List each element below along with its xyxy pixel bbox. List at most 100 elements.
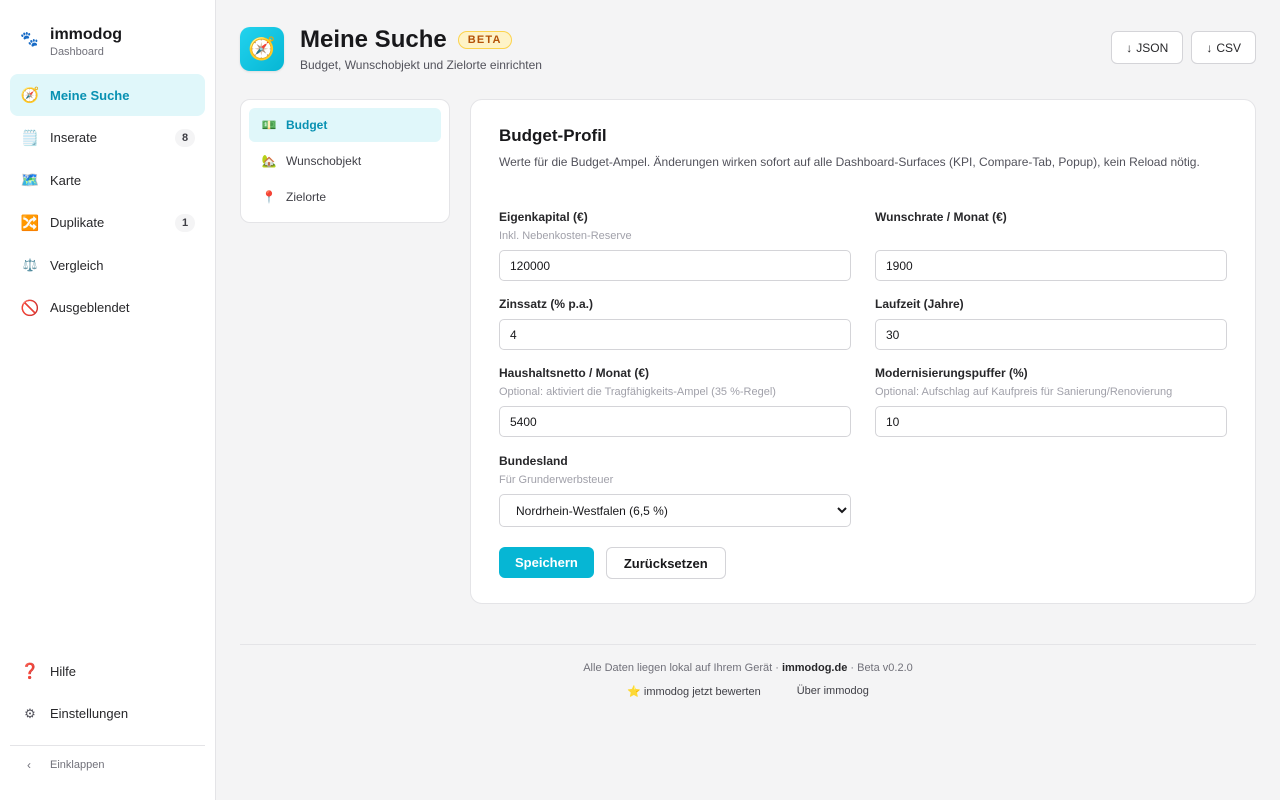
subnav-item-wunschobjekt[interactable]: 🏡 Wunschobjekt — [249, 144, 441, 178]
count-badge: 8 — [175, 128, 195, 147]
brand[interactable]: 🐾 immodog Dashboard — [20, 26, 122, 59]
card-description: Werte für die Budget-Ampel. Änderungen w… — [499, 155, 1200, 169]
modernisierung-input[interactable] — [875, 406, 1227, 437]
money-icon: 💵 — [261, 118, 277, 132]
export-csv-button[interactable]: ↓ CSV — [1191, 31, 1256, 64]
footer-site-link[interactable]: immodog.de — [782, 662, 847, 674]
subnav-item-label: Zielorte — [286, 190, 327, 204]
laufzeit-group: Laufzeit (Jahre) — [875, 297, 1227, 350]
export-json-label: JSON — [1136, 40, 1169, 55]
haushaltsnetto-hint: Optional: aktiviert die Tragfähigkeits-A… — [499, 386, 776, 398]
paw-icon: 🐾 — [20, 31, 39, 48]
zinssatz-group: Zinssatz (% p.a.) — [499, 297, 851, 350]
subnav-item-label: Wunschobjekt — [286, 154, 362, 168]
form-actions: Speichern Zurücksetzen — [499, 547, 726, 579]
page-title: Meine Suche — [300, 26, 447, 53]
sidebar-item-inserate[interactable]: 🗒️ Inserate 8 — [10, 117, 205, 159]
download-icon: ↓ — [1206, 40, 1213, 55]
gear-icon: ⚙ — [24, 705, 36, 721]
modernisierung-label: Modernisierungspuffer (%) — [875, 366, 1028, 380]
chevron-left-icon: ‹ — [27, 758, 31, 772]
sidebar-item-meine-suche[interactable]: 🧭 Meine Suche — [10, 74, 205, 116]
sidebar-item-label: Ausgeblendet — [50, 300, 130, 316]
footer-links: ⭐ immodog jetzt bewerten Über immodog — [240, 685, 1256, 698]
eigenkapital-input[interactable] — [499, 250, 851, 281]
reset-button[interactable]: Zurücksetzen — [605, 547, 726, 579]
map-icon: 🗺️ — [20, 172, 40, 190]
collapse-label: Einklappen — [50, 759, 105, 771]
sidebar-item-label: Duplikate — [50, 215, 105, 231]
eigenkapital-label: Eigenkapital (€) — [499, 210, 588, 224]
subnav-item-label: Budget — [286, 118, 328, 132]
sidebar-item-label: Meine Suche — [50, 87, 130, 103]
sidebar: 🐾 immodog Dashboard 🧭 Meine Suche 🗒️ Ins… — [0, 0, 216, 800]
scales-icon: ⚖️ — [22, 258, 38, 273]
download-icon: ↓ — [1126, 40, 1133, 55]
sidebar-bottom-nav: ❓ Hilfe ⚙ Einstellungen — [10, 650, 205, 735]
collapse-button[interactable]: ‹ Einklappen — [20, 756, 104, 774]
bundesland-hint: Für Grunderwerbsteuer — [499, 474, 614, 486]
sidebar-item-label: Hilfe — [50, 663, 77, 679]
subnav-item-budget[interactable]: 💵 Budget — [249, 108, 441, 142]
zinssatz-input[interactable] — [499, 319, 851, 350]
about-link[interactable]: Über immodog — [797, 685, 869, 698]
sidebar-nav: 🧭 Meine Suche 🗒️ Inserate 8 🗺️ Karte 🔀 D… — [10, 74, 205, 330]
pin-icon: 📍 — [261, 190, 277, 204]
brand-subtitle: Dashboard — [50, 46, 104, 58]
laufzeit-label: Laufzeit (Jahre) — [875, 297, 964, 311]
eigenkapital-hint: Inkl. Nebenkosten-Reserve — [499, 230, 632, 242]
subnav-item-zielorte[interactable]: 📍 Zielorte — [249, 180, 441, 214]
sidebar-item-ausgeblendet[interactable]: 🚫 Ausgeblendet — [10, 287, 205, 329]
sidebar-item-label: Einstellungen — [50, 706, 129, 722]
page-subtitle: Budget, Wunschobjekt und Zielorte einric… — [300, 58, 542, 72]
export-json-button[interactable]: ↓ JSON — [1111, 31, 1184, 64]
modernisierung-hint: Optional: Aufschlag auf Kaufpreis für Sa… — [875, 386, 1173, 398]
question-icon: ❓ — [20, 663, 40, 680]
sidebar-item-vergleich[interactable]: ⚖️ Vergleich — [10, 244, 205, 286]
sidebar-divider — [10, 745, 205, 746]
wunschrate-input[interactable] — [875, 250, 1227, 281]
sidebar-item-label: Inserate — [50, 130, 97, 146]
haushaltsnetto-label: Haushaltsnetto / Monat (€) — [499, 366, 650, 380]
laufzeit-input[interactable] — [875, 319, 1227, 350]
sidebar-item-duplikate[interactable]: 🔀 Duplikate 1 — [10, 202, 205, 244]
brand-title: immodog — [50, 26, 122, 43]
haushaltsnetto-input[interactable] — [499, 406, 851, 437]
house-icon: 🏡 — [261, 154, 277, 168]
eigenkapital-group: Eigenkapital (€) Inkl. Nebenkosten-Reser… — [499, 210, 851, 281]
bundesland-label: Bundesland — [499, 454, 568, 468]
wunschrate-group: Wunschrate / Monat (€) — [875, 210, 1227, 281]
card-title: Budget-Profil — [499, 126, 607, 145]
count-badge: 1 — [175, 213, 195, 232]
settings-subnav: 💵 Budget 🏡 Wunschobjekt 📍 Zielorte — [240, 99, 450, 223]
bundesland-group: Bundesland Für Grunderwerbsteuer Nordrhe… — [499, 454, 851, 527]
sidebar-item-label: Vergleich — [50, 257, 104, 273]
footer-divider — [240, 644, 1256, 645]
page-header: 🧭 Meine Suche BETA Budget, Wunschobjekt … — [240, 26, 542, 72]
beta-badge: BETA — [457, 31, 512, 49]
footer-text-after: · Beta v0.2.0 — [847, 662, 913, 674]
notepad-icon: 🗒️ — [20, 129, 40, 147]
prohibited-icon: 🚫 — [20, 299, 40, 317]
bundesland-select[interactable]: Nordrhein-Westfalen (6,5 %) — [499, 494, 851, 527]
sidebar-item-karte[interactable]: 🗺️ Karte — [10, 159, 205, 201]
sidebar-item-label: Karte — [50, 172, 82, 188]
compass-icon: 🧭 — [20, 87, 40, 104]
save-button[interactable]: Speichern — [499, 547, 594, 578]
sidebar-item-einstellungen[interactable]: ⚙ Einstellungen — [10, 693, 205, 735]
footer-info: Alle Daten liegen lokal auf Ihrem Gerät … — [240, 662, 1256, 674]
shuffle-icon: 🔀 — [20, 214, 40, 232]
export-csv-label: CSV — [1216, 40, 1241, 55]
compass-icon: 🧭 — [240, 27, 284, 71]
wunschrate-label: Wunschrate / Monat (€) — [875, 210, 1007, 224]
rate-link[interactable]: ⭐ immodog jetzt bewerten — [627, 685, 761, 698]
zinssatz-label: Zinssatz (% p.a.) — [499, 297, 594, 311]
star-icon: ⭐ — [627, 686, 641, 698]
export-buttons: ↓ JSON ↓ CSV — [1111, 31, 1256, 64]
haushaltsnetto-group: Haushaltsnetto / Monat (€) Optional: akt… — [499, 366, 851, 437]
budget-profile-card: Budget-Profil Werte für die Budget-Ampel… — [470, 99, 1256, 604]
footer-text-before: Alle Daten liegen lokal auf Ihrem Gerät … — [583, 662, 782, 674]
sidebar-item-hilfe[interactable]: ❓ Hilfe — [10, 650, 205, 692]
rate-link-label: immodog jetzt bewerten — [643, 686, 761, 698]
modernisierung-group: Modernisierungspuffer (%) Optional: Aufs… — [875, 366, 1227, 437]
